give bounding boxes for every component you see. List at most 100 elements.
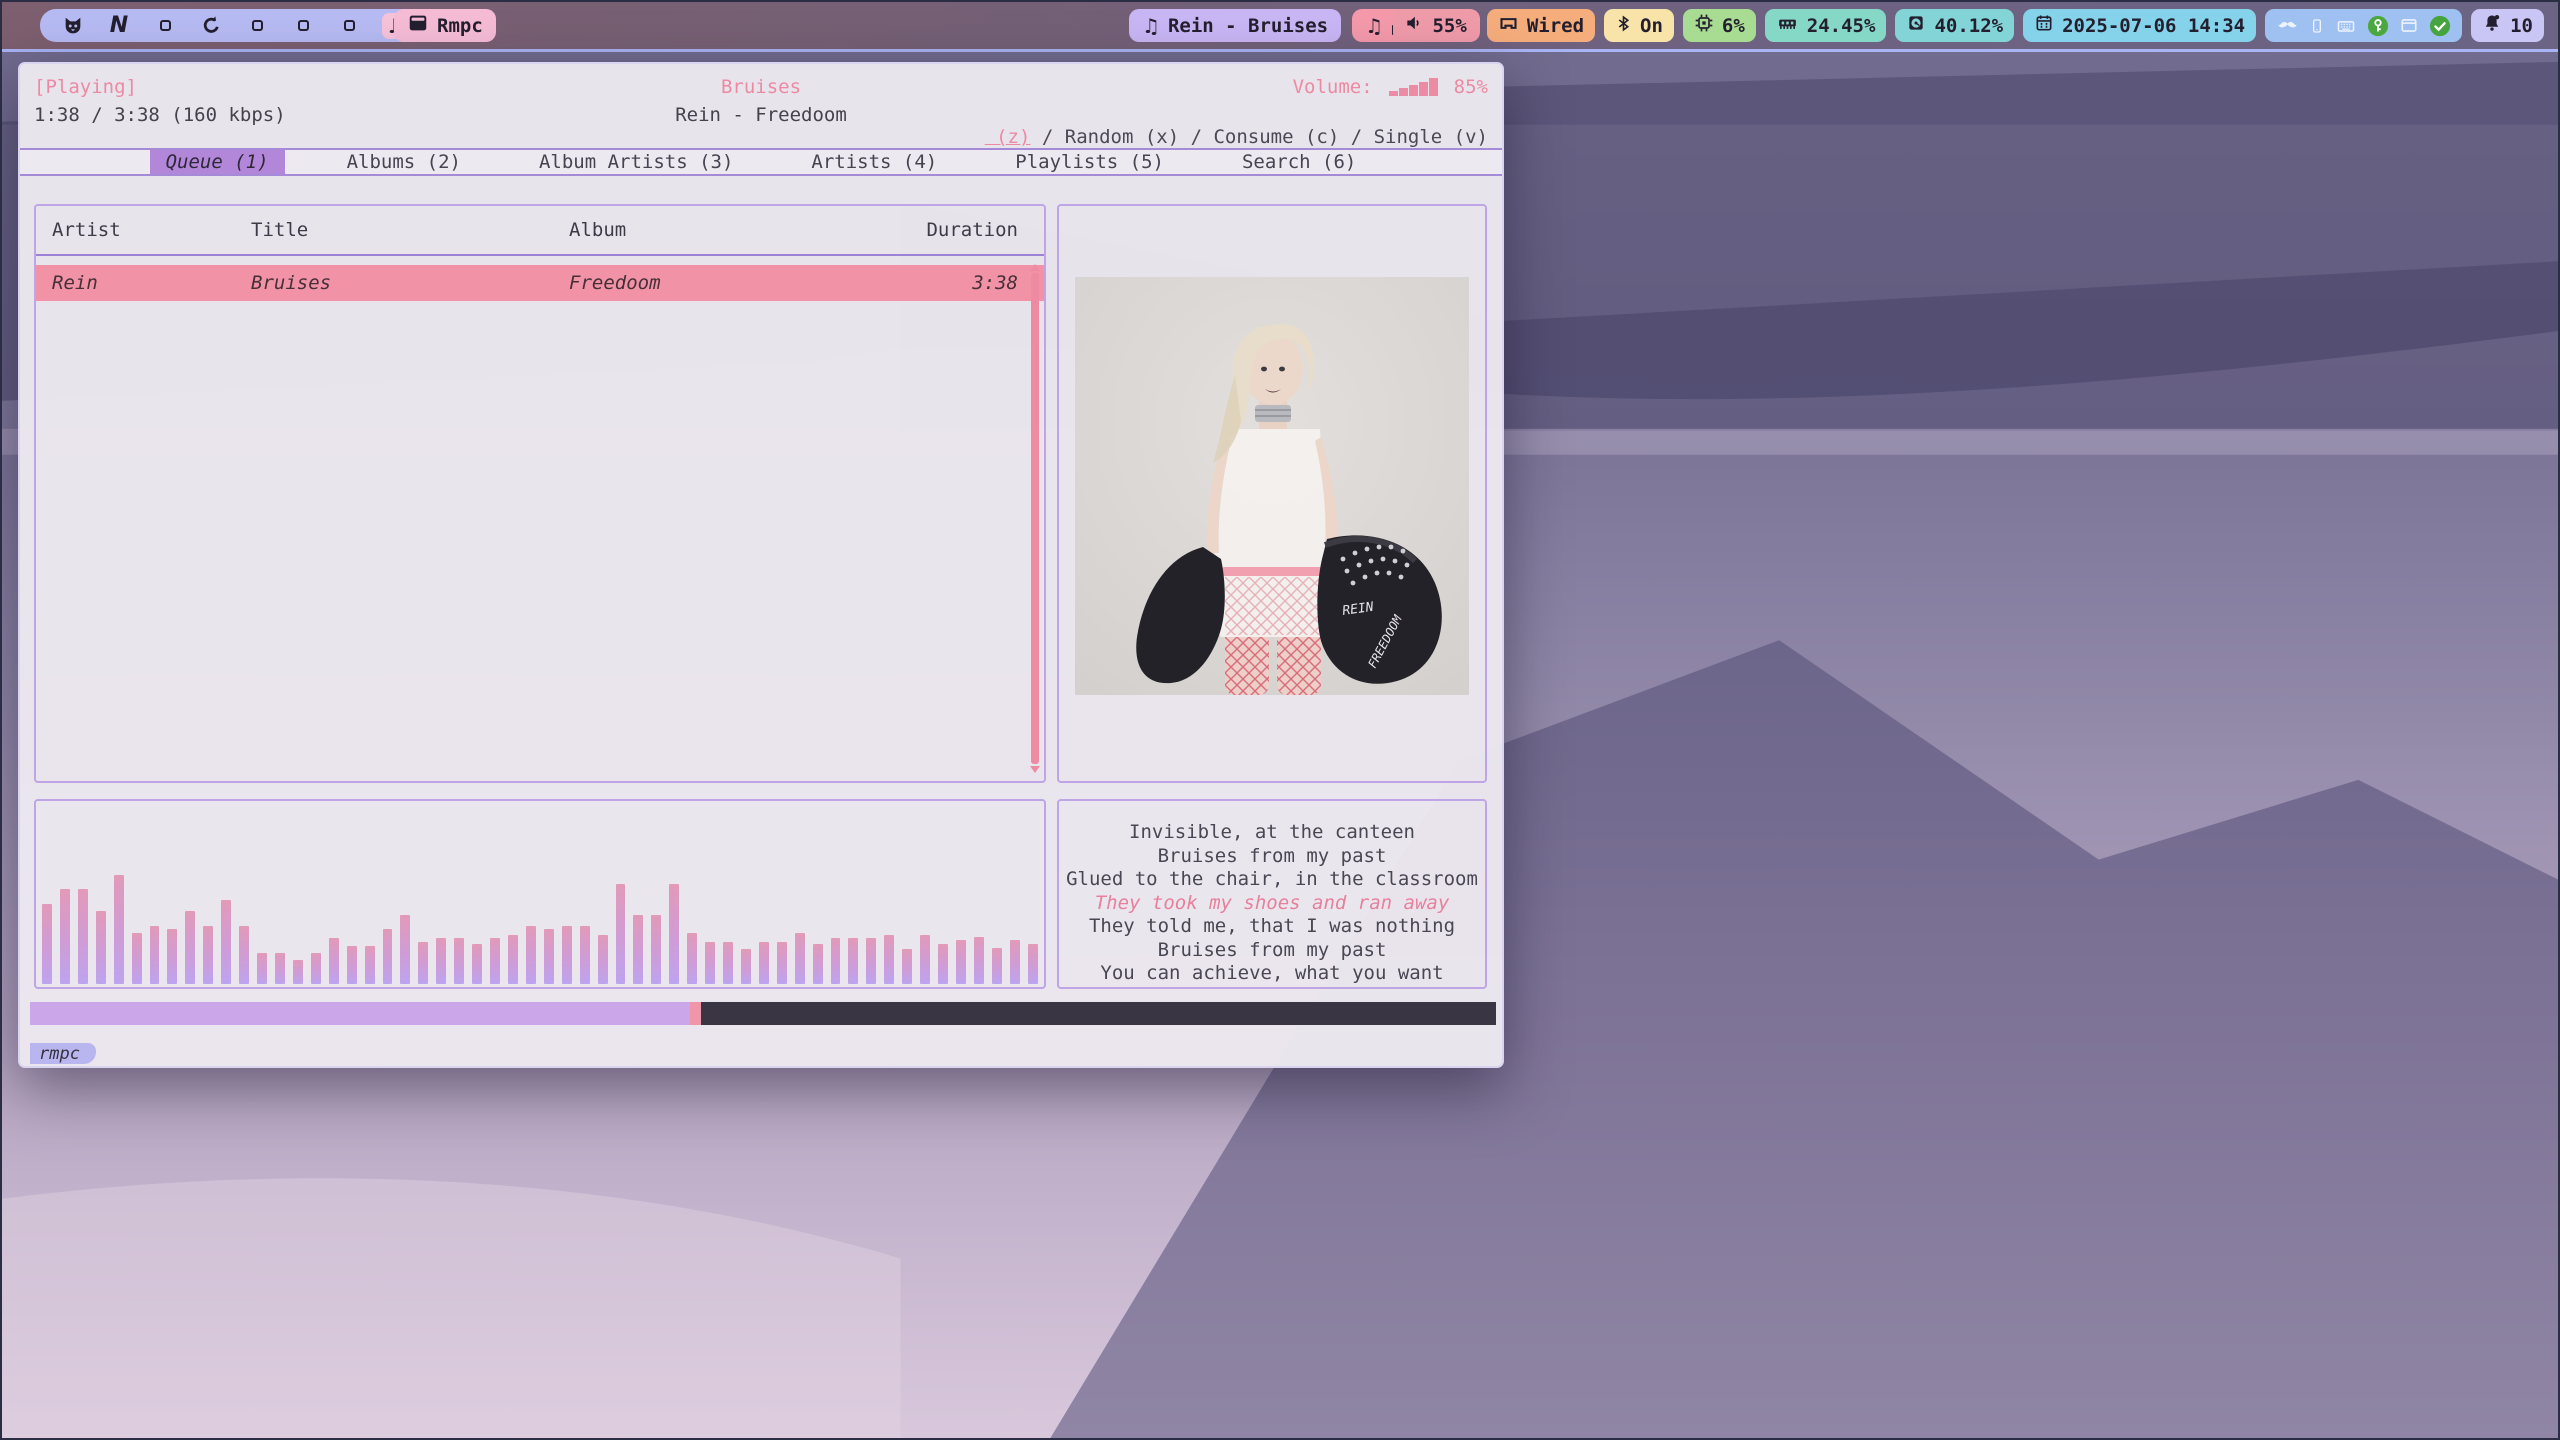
- cat-icon[interactable]: [60, 13, 86, 39]
- queue-scrollbar[interactable]: [1030, 264, 1040, 773]
- visualizer-bar: [633, 915, 643, 984]
- scroll-up-icon[interactable]: [1030, 264, 1040, 271]
- neovim-icon[interactable]: N: [106, 13, 132, 39]
- volume-pill[interactable]: 55%: [1393, 9, 1477, 42]
- scroll-down-icon[interactable]: [1030, 766, 1040, 773]
- lyric-line: Bruises from my past: [1059, 939, 1485, 963]
- memory-pill[interactable]: 24.45%: [1765, 9, 1887, 42]
- visualizer-bar: [723, 942, 733, 984]
- queue-header-row: ArtistTitleAlbumDuration: [36, 206, 1044, 254]
- tray-icons: [2276, 14, 2451, 37]
- refresh-icon[interactable]: [198, 13, 224, 39]
- bluetooth-icon: [1615, 14, 1632, 38]
- visualizer-bar: [490, 938, 500, 984]
- notifications-pill[interactable]: 10: [2471, 9, 2544, 42]
- song-progress-bar[interactable]: [30, 1002, 1496, 1025]
- chip-icon: [1694, 13, 1714, 38]
- disk-pill[interactable]: 40.12%: [1895, 9, 2014, 42]
- disk-icon: [1906, 13, 1926, 38]
- queue-header-separator: [36, 254, 1044, 256]
- window-icon[interactable]: [2399, 16, 2419, 35]
- visualizer-bar: [60, 889, 70, 984]
- focused-window-label: Rmpc: [437, 15, 483, 37]
- check-icon[interactable]: [2429, 15, 2451, 37]
- visualizer-bar: [848, 938, 858, 984]
- visualizer-bar: [705, 942, 715, 984]
- ethernet-icon: [1498, 13, 1519, 39]
- tray-pill[interactable]: [2265, 9, 2462, 42]
- square-icon[interactable]: [244, 13, 270, 39]
- network-pill[interactable]: Wired: [1487, 9, 1595, 42]
- music-note-icon: ♫: [1142, 16, 1160, 36]
- clock-pill[interactable]: 2025-07-06 14:34: [2023, 9, 2256, 42]
- desktop: N ♫ Rmpc ♫ Rein - Bruises ♫ 55% Wired On 6% 2…: [0, 0, 2560, 1440]
- bar-accent-line: [2, 49, 2558, 52]
- lyric-line: They told me, that I was nothing: [1059, 915, 1485, 939]
- queue-panel: ArtistTitleAlbumDuration ReinBruisesFree…: [34, 204, 1046, 783]
- visualizer-bar: [203, 926, 213, 984]
- column-header-duration[interactable]: Duration: [894, 219, 1018, 241]
- clock-label: 2025-07-06 14:34: [2062, 15, 2245, 37]
- lyrics-panel: Invisible, at the canteenBruises from my…: [1057, 799, 1487, 989]
- phone-icon[interactable]: [2309, 16, 2325, 36]
- focused-window-chip[interactable]: Rmpc: [394, 9, 496, 42]
- visualizer-bar: [454, 938, 464, 984]
- terminal-icon: [407, 12, 429, 39]
- visualizer-bar: [508, 935, 518, 984]
- visualizer-bar: [42, 904, 52, 984]
- tab-albums-2[interactable]: Albums (2): [331, 150, 477, 174]
- column-header-album[interactable]: Album: [569, 219, 894, 241]
- visualizer-bar: [866, 938, 876, 984]
- visualizer-bar: [813, 944, 823, 984]
- notifications-label: 10: [2510, 15, 2533, 37]
- lyric-line: Bruises from my past: [1059, 845, 1485, 869]
- queue-cell-artist: Rein: [52, 272, 251, 294]
- visualizer-bar: [96, 911, 106, 984]
- key-icon[interactable]: [2367, 15, 2389, 37]
- visualizer-bar: [1010, 940, 1020, 984]
- square-icon[interactable]: [336, 13, 362, 39]
- visualizer-bar: [311, 953, 321, 984]
- window-title-tag: rmpc: [30, 1043, 96, 1064]
- tab-album-artists-3[interactable]: Album Artists (3): [523, 150, 749, 174]
- visualizer-bar: [616, 884, 626, 984]
- progress-thumb[interactable]: [690, 1002, 701, 1025]
- tab-search-6[interactable]: Search (6): [1226, 150, 1372, 174]
- visualizer-bar: [132, 933, 142, 984]
- cpu-pill[interactable]: 6%: [1683, 9, 1756, 42]
- visualizer-bar: [1028, 944, 1038, 984]
- album-art-panel: REIN FREEDOOM: [1057, 204, 1487, 783]
- status-widgets: 55% Wired On 6% 24.45%40.12% 2025-07-06 14:34…: [1393, 9, 2544, 42]
- visualizer-bar: [436, 938, 446, 984]
- volume-indicator: Volume: 85%: [1293, 76, 1488, 98]
- tab-queue-1[interactable]: Queue (1): [150, 150, 285, 174]
- mustache-icon[interactable]: [2276, 14, 2299, 37]
- visualizer-bar: [687, 933, 697, 984]
- bluetooth-label: On: [1640, 15, 1663, 37]
- volume-label: Volume:: [1293, 76, 1373, 98]
- repeat-toggle[interactable]: (z): [985, 126, 1031, 148]
- visualizer-bar: [418, 942, 428, 984]
- column-header-artist[interactable]: Artist: [52, 219, 251, 241]
- visualizer-bar: [526, 926, 536, 984]
- visualizer-bar: [598, 935, 608, 984]
- visualizer-bar: [347, 946, 357, 984]
- visualizer-bar: [651, 915, 661, 984]
- tab-playlists-5[interactable]: Playlists (5): [999, 150, 1180, 174]
- visualizer-bar: [114, 875, 124, 984]
- now-playing-widget[interactable]: ♫ Rein - Bruises: [1129, 9, 1341, 42]
- bluetooth-pill[interactable]: On: [1604, 9, 1674, 42]
- queue-row[interactable]: ReinBruisesFreedoom3:38: [36, 265, 1044, 301]
- keyboard-icon[interactable]: [2335, 16, 2357, 36]
- music-note-icon: ♫: [1365, 16, 1383, 36]
- lyric-line: Glued to the chair, in the classroom: [1059, 868, 1485, 892]
- visualizer-bar: [669, 884, 679, 984]
- square-icon[interactable]: [152, 13, 178, 39]
- square-icon[interactable]: [290, 13, 316, 39]
- visualizer-bar: [167, 929, 177, 984]
- visualizer-bar: [562, 926, 572, 984]
- toggles-rest[interactable]: / Random (x) / Consume (c) / Single (v): [1030, 126, 1488, 148]
- tab-artists-4[interactable]: Artists (4): [795, 150, 953, 174]
- scrollbar-thumb[interactable]: [1031, 273, 1039, 764]
- column-header-title[interactable]: Title: [251, 219, 569, 241]
